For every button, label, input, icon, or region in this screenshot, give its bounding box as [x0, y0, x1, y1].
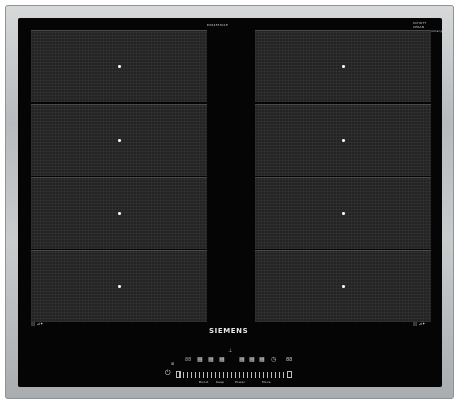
zone-marker-dot [117, 65, 121, 68]
left-zone-indicator-icon: ⊞ [171, 361, 175, 366]
power-level-slider[interactable] [179, 372, 285, 378]
zone-select-icon-6[interactable]: ▦ [259, 357, 265, 363]
slider-label-move: Move [262, 380, 271, 384]
zone-marker-dot [117, 212, 121, 215]
power-icon[interactable]: ⏻ [165, 370, 171, 377]
zone-select-icon-5[interactable]: ▦ [249, 357, 255, 363]
zone-select-icon-2[interactable]: ▦ [208, 357, 214, 363]
zone-marker-dot [341, 65, 345, 68]
cooking-zone-right-4[interactable] [255, 250, 431, 322]
display-right: 88 [286, 357, 293, 363]
ceramic-glass-surface: EX645FXC1E SCHOTT CERAN made in germany … [18, 18, 442, 387]
brand-logo: SIEMENS [209, 327, 249, 335]
zone-marker-dot [117, 139, 121, 142]
left-zone-label: ▯▯ ⊿✦ [31, 321, 44, 326]
zone-marker-dot [341, 285, 345, 288]
cooking-zone-left-1[interactable] [31, 30, 207, 102]
zone-select-icon-4[interactable]: ▦ [239, 357, 245, 363]
cooking-zone-right-1[interactable] [255, 30, 431, 102]
display-left: 88 [185, 357, 192, 363]
cooking-zone-left-2[interactable] [31, 104, 207, 176]
slider-label-keep: Keep [216, 380, 225, 384]
right-zone-label: ▯▯ ⊿✦ [413, 321, 426, 326]
slider-label-boost: Boost [199, 380, 209, 384]
slider-right-end [287, 371, 292, 378]
zone-marker-dot [341, 139, 345, 142]
cooking-zone-right-3[interactable] [255, 177, 431, 249]
timer-icon[interactable]: ◷ [271, 357, 276, 363]
cooking-zone-left-3[interactable] [31, 177, 207, 249]
slider-label-power: Power [235, 380, 246, 384]
cooking-zone-left-4[interactable] [31, 250, 207, 322]
zone-select-icon-3[interactable]: ▦ [219, 357, 225, 363]
zone-marker-dot [341, 212, 345, 215]
center-indicator-icon: ⊥ [228, 348, 233, 354]
model-code: EX645FXC1E [207, 23, 229, 27]
zone-select-icon-1[interactable]: ▦ [197, 357, 203, 363]
zone-marker-dot [117, 285, 121, 288]
cooking-zone-right-2[interactable] [255, 104, 431, 176]
